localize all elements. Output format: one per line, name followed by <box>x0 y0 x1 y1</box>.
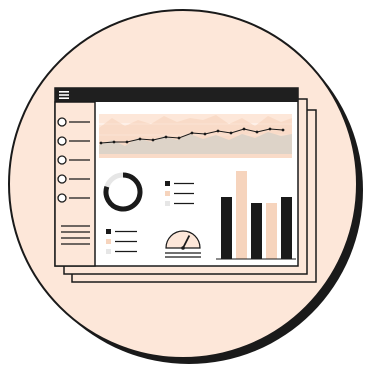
hamburger-menu-icon[interactable] <box>59 91 69 99</box>
dashboard-illustration <box>8 9 363 364</box>
line-point <box>229 131 233 135</box>
line-point <box>151 138 155 142</box>
main-window <box>54 87 299 267</box>
line-point <box>138 137 142 141</box>
bar <box>266 203 277 259</box>
sidebar-item-radio-icon[interactable] <box>57 136 67 146</box>
bar <box>236 171 247 259</box>
bar <box>251 203 262 259</box>
sidebar-item-radio-icon[interactable] <box>57 174 67 184</box>
line-point <box>216 129 220 133</box>
title-bar <box>55 88 298 102</box>
line-point <box>242 127 246 131</box>
line-point <box>255 130 259 134</box>
line-point <box>190 131 194 135</box>
area-chart <box>99 114 292 158</box>
sidebar-item-radio-icon[interactable] <box>57 155 67 165</box>
sidebar-item-radio-icon[interactable] <box>57 117 67 127</box>
line-point <box>164 135 168 139</box>
line-point <box>268 127 272 131</box>
bar <box>221 197 232 259</box>
line-point <box>112 140 116 144</box>
line-point <box>125 140 129 144</box>
bar <box>281 197 292 259</box>
gauge-hub <box>181 246 185 250</box>
line-point <box>203 132 207 136</box>
line-point <box>281 128 285 132</box>
line-point <box>177 136 181 140</box>
line-point <box>99 141 103 145</box>
sidebar <box>54 101 96 267</box>
sidebar-item-radio-icon[interactable] <box>57 193 67 203</box>
